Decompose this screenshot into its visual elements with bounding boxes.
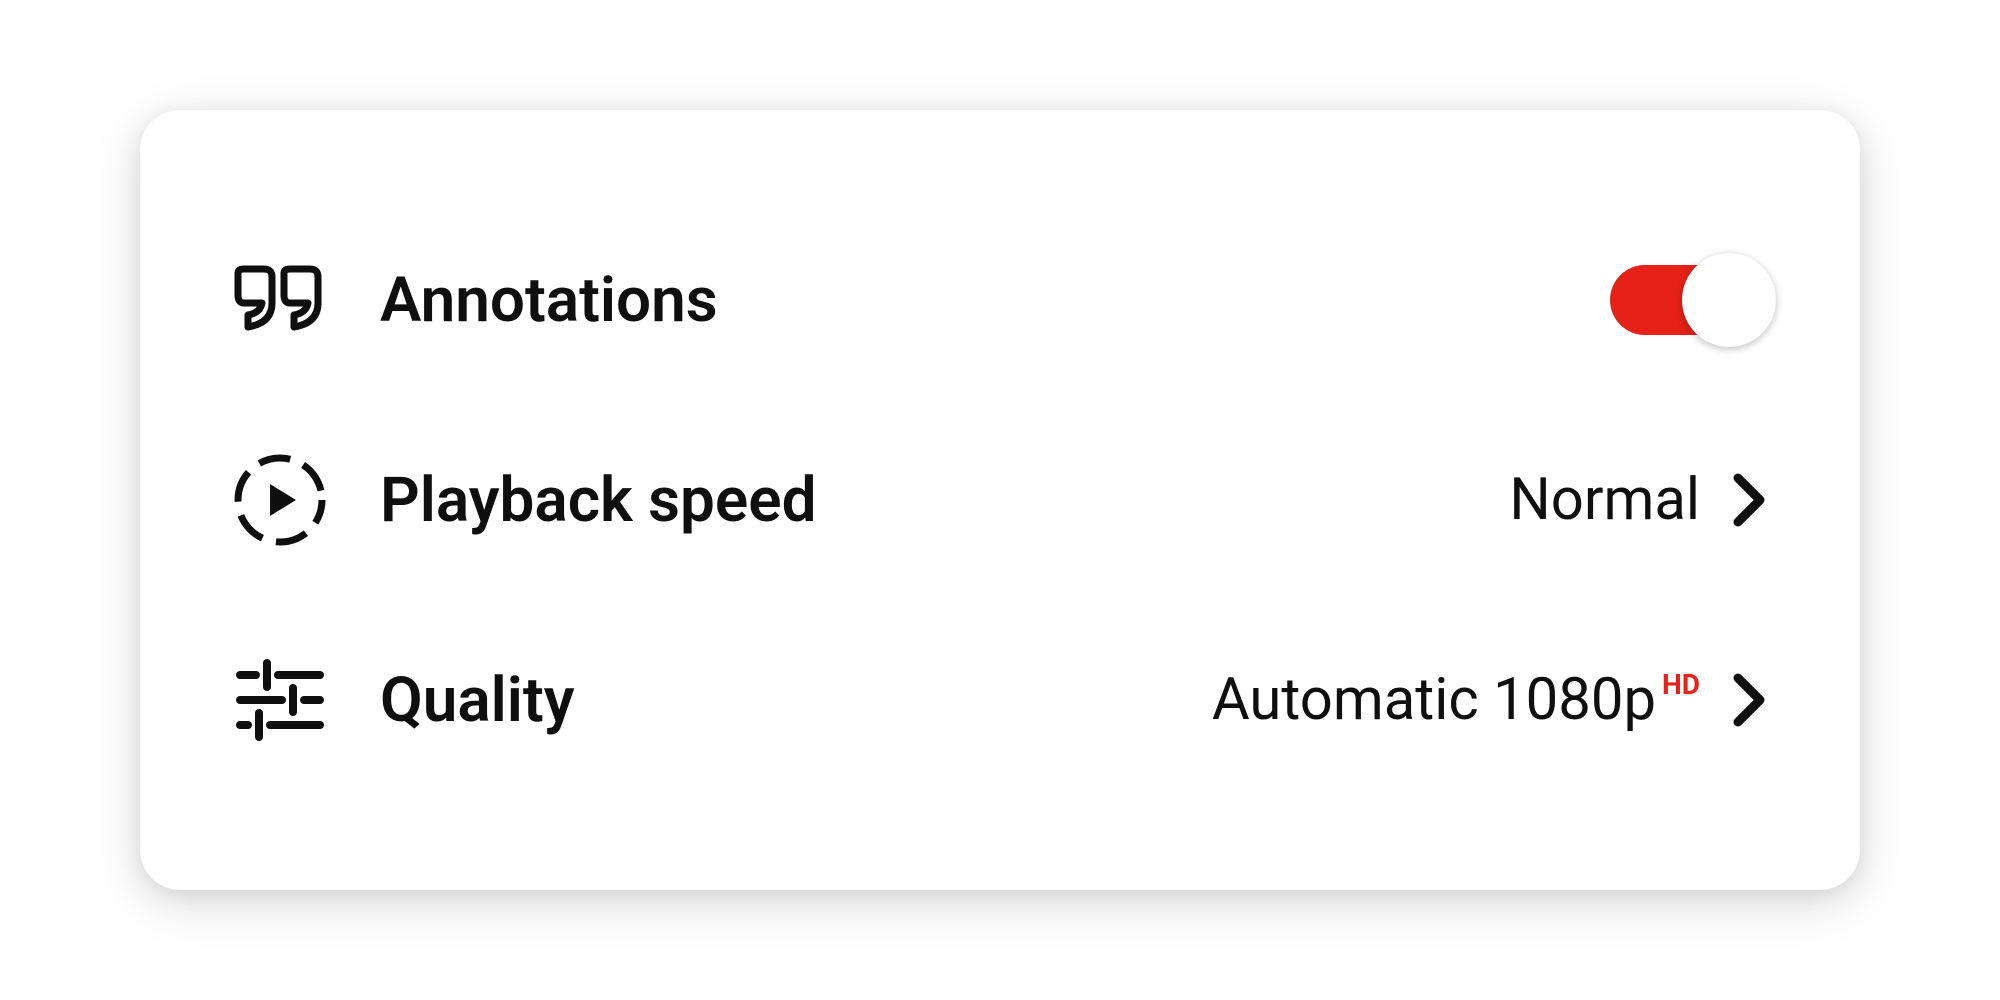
playback-speed-row[interactable]: Playback speed Normal (230, 410, 1770, 590)
quality-value: Automatic 1080p HD (1212, 666, 1700, 734)
hd-badge: HD (1662, 668, 1700, 701)
quality-label: Quality (380, 664, 1212, 737)
quality-icon (230, 655, 340, 745)
playback-speed-label: Playback speed (380, 464, 1509, 537)
annotations-icon (230, 265, 340, 335)
annotations-row[interactable]: Annotations (230, 210, 1770, 390)
toggle-knob (1682, 253, 1776, 347)
quality-row[interactable]: Quality Automatic 1080p HD (230, 610, 1770, 790)
quality-value-text: Automatic 1080p (1212, 666, 1656, 734)
playback-speed-icon (230, 450, 340, 550)
playback-speed-value: Normal (1509, 466, 1700, 534)
chevron-right-icon (1730, 680, 1770, 720)
settings-panel: Annotations Playback speed Normal (140, 110, 1860, 890)
annotations-label: Annotations (380, 264, 1610, 337)
annotations-toggle[interactable] (1610, 265, 1770, 335)
chevron-right-icon (1730, 480, 1770, 520)
